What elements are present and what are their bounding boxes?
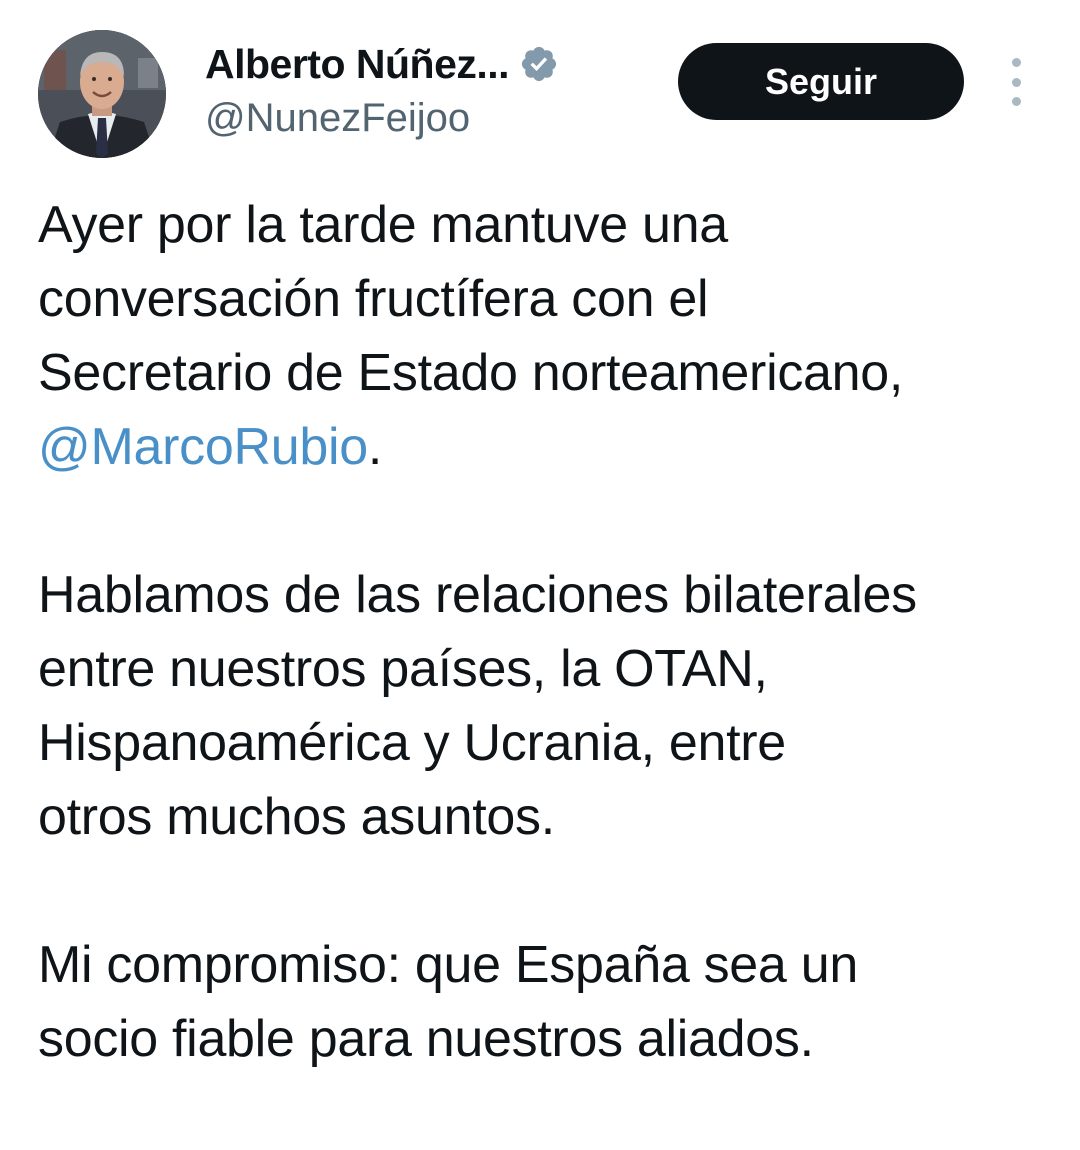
tweet-line: Ayer por la tarde mantuve una [38,196,728,254]
tweet-line: entre nuestros países, la OTAN, [38,640,768,698]
tweet-line: @MarcoRubio. [38,410,1068,484]
tweet-paragraph-3: Mi compromiso: que España sea un socio f… [38,928,1068,1076]
tweet-line: Mi compromiso: que España sea un [38,936,858,994]
tweet-line: otros muchos asuntos. [38,788,555,846]
more-dot [1011,58,1021,67]
tweet-line: Hispanoamérica y Ucrania, entre [38,714,786,772]
tweet-paragraph-1: Ayer por la tarde mantuve una conversaci… [38,188,1068,484]
tweet-line: Hablamos de las relaciones bilaterales [38,566,917,624]
tweet-text: Ayer por la tarde mantuve una conversaci… [38,188,1068,1150]
author-handle[interactable]: @NunezFeijoo [205,96,470,141]
tweet-line: socio fiable para nuestros aliados. [38,1010,814,1068]
tweet-paragraph-2: Hablamos de las relaciones bilaterales e… [38,558,1068,854]
author-display-name[interactable]: Alberto Núñez... [205,41,510,88]
more-dot [1011,77,1021,87]
tweet-header: Alberto Núñez... @NunezFeijoo Seguir [0,0,1080,170]
tweet-line: conversación fructífera con el [38,270,709,328]
mention-link[interactable]: @MarcoRubio [38,418,368,476]
more-dot [1011,97,1021,106]
tweet-line: Secretario de Estado norteamericano, [38,344,904,402]
follow-button[interactable]: Seguir [678,43,964,120]
avatar-photo [38,30,166,158]
more-vertical-icon[interactable] [1000,58,1032,106]
tweet-punctuation: . [367,418,382,476]
author-name-row[interactable]: Alberto Núñez... [205,38,559,90]
verified-badge-icon [519,44,559,84]
avatar[interactable] [38,30,166,158]
